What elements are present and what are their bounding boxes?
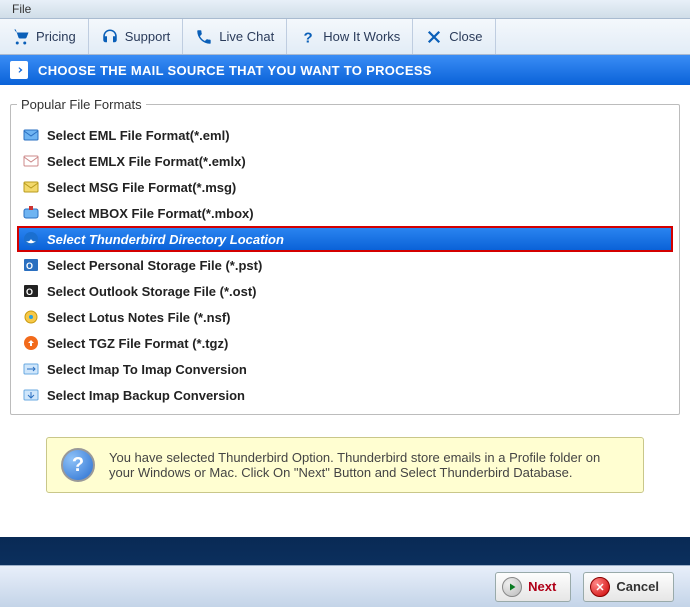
- pst-icon: O: [23, 257, 39, 273]
- info-box: ? You have selected Thunderbird Option. …: [46, 437, 644, 493]
- howitworks-button[interactable]: ? How It Works: [287, 19, 413, 54]
- format-item-label: Select Personal Storage File (*.pst): [47, 258, 262, 273]
- close-button[interactable]: Close: [413, 19, 495, 54]
- support-label: Support: [125, 29, 171, 44]
- format-item-label: Select EML File Format(*.eml): [47, 128, 230, 143]
- livechat-button[interactable]: Live Chat: [183, 19, 287, 54]
- mbox-icon: [23, 205, 39, 221]
- format-item[interactable]: Select MBOX File Format(*.mbox): [17, 200, 673, 226]
- next-label: Next: [528, 579, 556, 594]
- format-item-label: Select Thunderbird Directory Location: [47, 232, 284, 247]
- next-button[interactable]: Next: [495, 572, 571, 602]
- play-icon: [502, 577, 522, 597]
- banner: CHOOSE THE MAIL SOURCE THAT YOU WANT TO …: [0, 55, 690, 85]
- format-item-label: Select Outlook Storage File (*.ost): [47, 284, 256, 299]
- msg-icon: [23, 179, 39, 195]
- tgz-icon: [23, 335, 39, 351]
- format-item[interactable]: Select EMLX File Format(*.emlx): [17, 148, 673, 174]
- format-item-label: Select Imap Backup Conversion: [47, 388, 245, 403]
- svg-text:O: O: [26, 287, 33, 297]
- content: Popular File Formats Select EML File For…: [0, 85, 690, 537]
- format-item[interactable]: Select Thunderbird Directory Location: [17, 226, 673, 252]
- pricing-label: Pricing: [36, 29, 76, 44]
- question-icon: ?: [299, 28, 317, 46]
- format-item[interactable]: Select Lotus Notes File (*.nsf): [17, 304, 673, 330]
- nsf-icon: [23, 309, 39, 325]
- support-button[interactable]: Support: [89, 19, 184, 54]
- info-question-icon: ?: [61, 448, 95, 482]
- spacer-strip: [0, 537, 690, 565]
- format-item[interactable]: Select Imap To Imap Conversion: [17, 356, 673, 382]
- ost-icon: O: [23, 283, 39, 299]
- cancel-button[interactable]: Cancel: [583, 572, 674, 602]
- livechat-label: Live Chat: [219, 29, 274, 44]
- menu-file[interactable]: File: [6, 0, 37, 18]
- footer: Next Cancel: [0, 565, 690, 607]
- svg-text:?: ?: [304, 29, 313, 46]
- formats-legend: Popular File Formats: [17, 97, 146, 112]
- phone-icon: [195, 28, 213, 46]
- imapb-icon: [23, 387, 39, 403]
- menubar: File: [0, 0, 690, 19]
- formats-group: Popular File Formats Select EML File For…: [10, 97, 680, 415]
- svg-text:O: O: [26, 261, 33, 271]
- format-item[interactable]: Select Imap Backup Conversion: [17, 382, 673, 408]
- imap-icon: [23, 361, 39, 377]
- emlx-icon: [23, 153, 39, 169]
- format-item-label: Select MSG File Format(*.msg): [47, 180, 236, 195]
- close-icon: [425, 28, 443, 46]
- format-item-label: Select EMLX File Format(*.emlx): [47, 154, 246, 169]
- format-item[interactable]: O Select Personal Storage File (*.pst): [17, 252, 673, 278]
- format-item[interactable]: O Select Outlook Storage File (*.ost): [17, 278, 673, 304]
- cancel-icon: [590, 577, 610, 597]
- close-label: Close: [449, 29, 482, 44]
- toolbar: Pricing Support Live Chat ? How It Works…: [0, 19, 690, 55]
- cancel-label: Cancel: [616, 579, 659, 594]
- formats-list: Select EML File Format(*.eml) Select EMLX…: [17, 122, 673, 408]
- format-item-label: Select Imap To Imap Conversion: [47, 362, 247, 377]
- eml-icon: [23, 127, 39, 143]
- format-item-label: Select MBOX File Format(*.mbox): [47, 206, 254, 221]
- pricing-button[interactable]: Pricing: [0, 19, 89, 54]
- info-text: You have selected Thunderbird Option. Th…: [109, 450, 629, 480]
- arrow-icon: [10, 61, 28, 79]
- howitworks-label: How It Works: [323, 29, 400, 44]
- format-item[interactable]: Select EML File Format(*.eml): [17, 122, 673, 148]
- format-item-label: Select Lotus Notes File (*.nsf): [47, 310, 230, 325]
- format-item[interactable]: Select TGZ File Format (*.tgz): [17, 330, 673, 356]
- format-item[interactable]: Select MSG File Format(*.msg): [17, 174, 673, 200]
- format-item-label: Select TGZ File Format (*.tgz): [47, 336, 228, 351]
- cart-icon: [12, 28, 30, 46]
- banner-title: CHOOSE THE MAIL SOURCE THAT YOU WANT TO …: [38, 63, 432, 78]
- tb-icon: [23, 231, 39, 247]
- headset-icon: [101, 28, 119, 46]
